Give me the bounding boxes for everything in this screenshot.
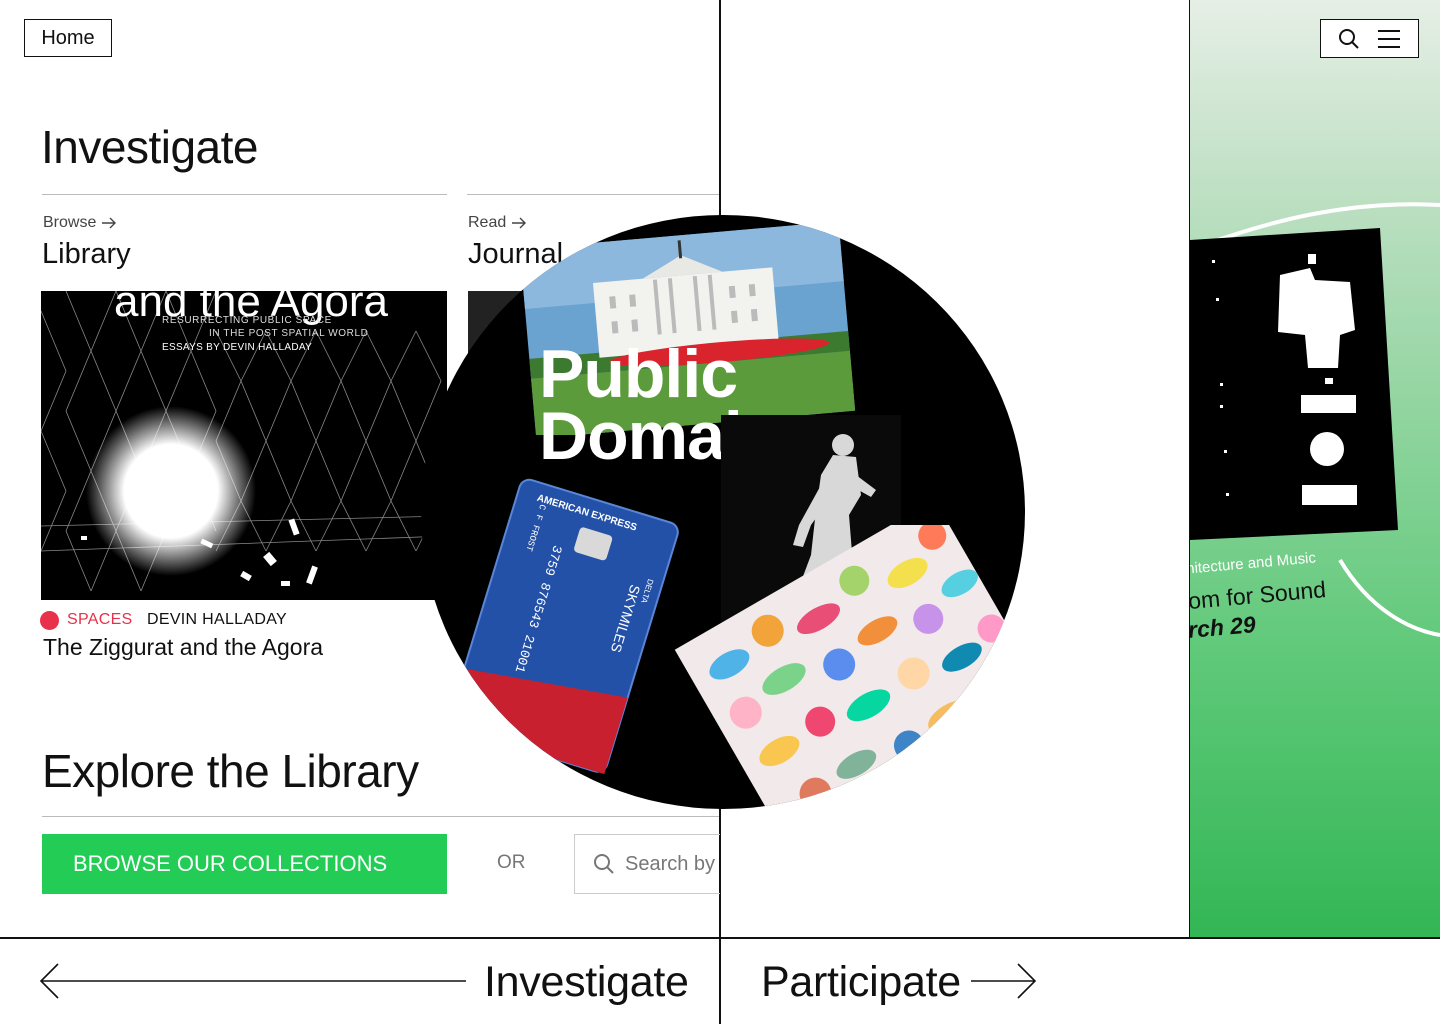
tag-dot-icon: [40, 611, 59, 630]
section-heading-explore: Explore the Library: [42, 745, 419, 797]
browse-collections-button[interactable]: BROWSE OUR COLLECTIONS: [42, 834, 447, 894]
book-cover[interactable]: and the Agora RESURRECTING PUBLIC SPACE …: [41, 291, 447, 600]
home-button[interactable]: Home: [24, 19, 112, 57]
arrow-right-icon[interactable]: [970, 962, 1038, 1000]
pills-image: [674, 525, 1025, 809]
arrow-left-icon[interactable]: [38, 962, 468, 1000]
book-author[interactable]: DEVIN HALLADAY: [147, 611, 287, 629]
browse-link[interactable]: Browse: [43, 214, 117, 232]
public-domain-feature[interactable]: Public Domain AMERICAN EXPRESS SKYMILES …: [421, 215, 1025, 809]
toolbar-buttons: [1320, 19, 1419, 58]
arrow-right-icon: [101, 217, 116, 229]
section-heading-investigate: Investigate: [41, 121, 258, 173]
panel-graphic: [1190, 202, 1440, 637]
search-icon: [594, 854, 614, 874]
search-icon[interactable]: [1338, 28, 1360, 50]
cover-subtitle: IN THE POST SPATIAL WORLD: [209, 328, 369, 339]
search-placeholder: Search by: [625, 852, 716, 875]
category-tag[interactable]: SPACES: [67, 611, 133, 629]
book-title[interactable]: The Ziggurat and the Agora: [43, 634, 323, 661]
library-search-input[interactable]: Search by: [574, 834, 720, 894]
footer-divider: [0, 937, 1440, 939]
card-title-library[interactable]: Library: [42, 238, 131, 271]
credit-card-image: AMERICAN EXPRESS SKYMILES DELTA 3759 876…: [446, 478, 679, 775]
or-separator: OR: [497, 852, 526, 873]
card-divider: [42, 194, 447, 195]
explore-divider: [42, 816, 719, 817]
menu-icon[interactable]: [1377, 29, 1401, 49]
cover-subtitle: RESURRECTING PUBLIC SPACE: [162, 315, 332, 326]
footer-participate-link[interactable]: Participate: [761, 958, 961, 1007]
footer-investigate-link[interactable]: Investigate: [484, 958, 689, 1007]
card-divider: [467, 194, 719, 195]
cover-byline: ESSAYS BY DEVIN HALLADAY: [162, 342, 313, 353]
participate-panel[interactable]: hitecture and Music om for Sound rch 29: [1190, 0, 1440, 937]
